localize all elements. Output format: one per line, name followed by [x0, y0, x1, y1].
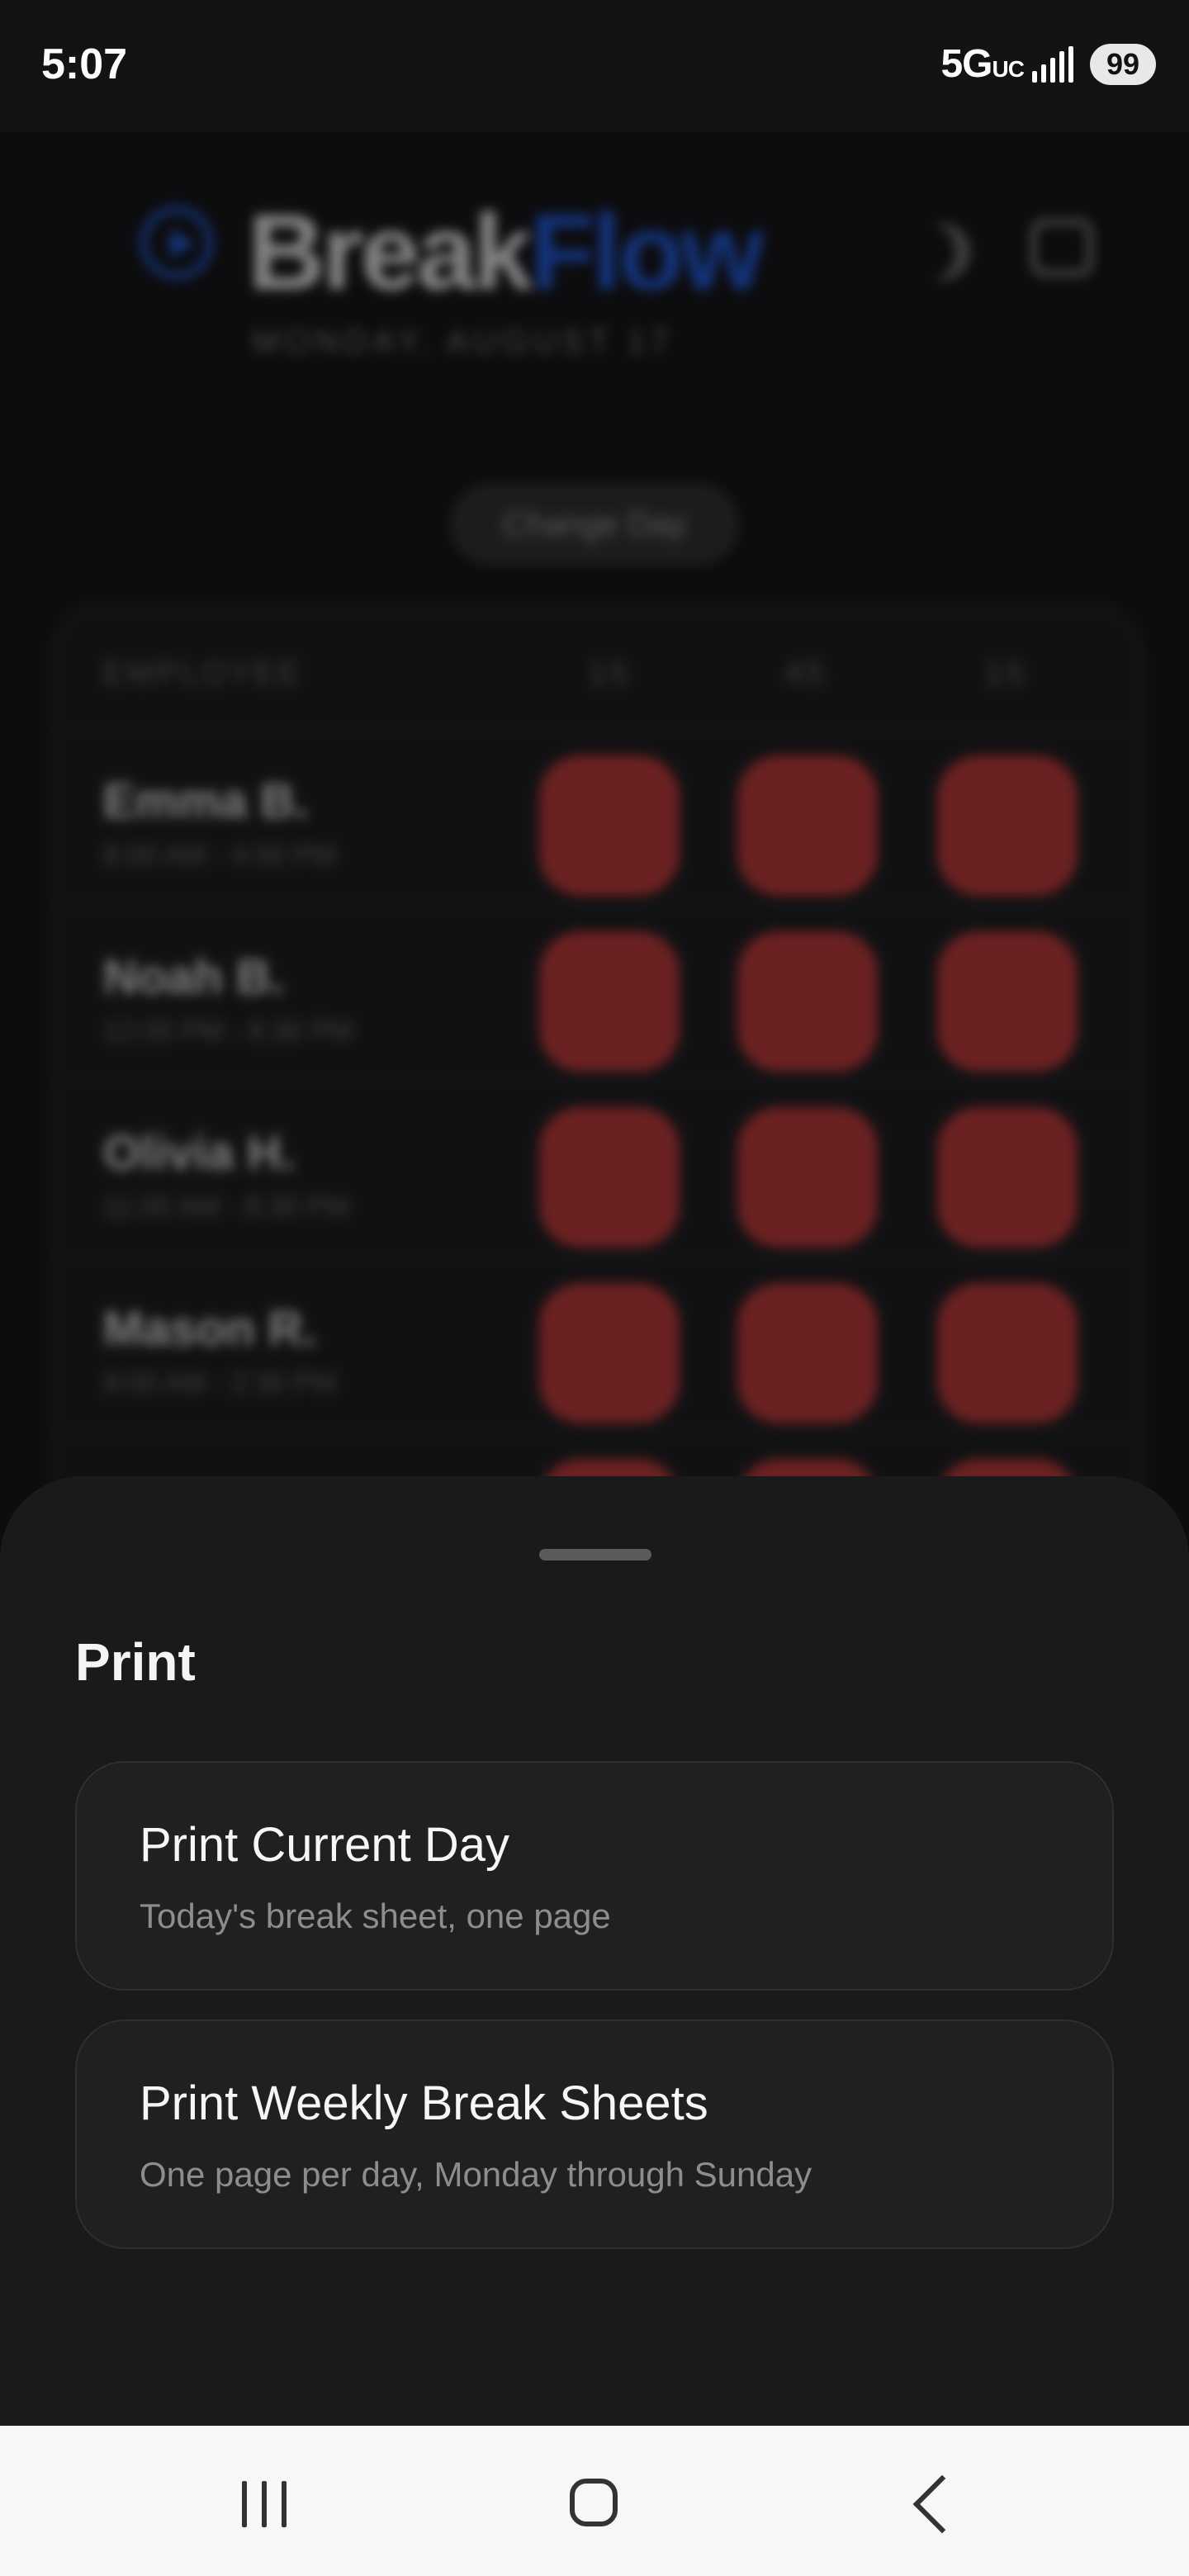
employee-name: Mason R.: [103, 1302, 316, 1356]
header-break-1: 15: [589, 656, 631, 691]
table-row: Noah B. 12:00 PM - 8:30 PM: [52, 905, 1142, 1082]
moon-icon: [912, 223, 970, 281]
print-weekly-sheets-button[interactable]: Print Weekly Break Sheets One page per d…: [75, 2020, 1114, 2249]
header-break-3: 15: [985, 656, 1027, 691]
recents-icon[interactable]: [223, 2467, 306, 2541]
break-cell: [937, 1283, 1078, 1423]
break-cell: [539, 1107, 680, 1248]
status-time: 5:07: [41, 40, 128, 88]
system-nav-bar: [0, 2426, 1189, 2576]
break-cell: [737, 1283, 878, 1423]
printer-icon: [1030, 219, 1093, 277]
option-title: Print Current Day: [140, 1818, 510, 1872]
table-row: Olivia H. 11:00 AM - 8:30 PM: [52, 1081, 1142, 1258]
header-employee: EMPLOYEE: [103, 656, 303, 691]
status-icons: 5GUC 99: [940, 41, 1156, 87]
employee-name: Noah B.: [103, 950, 285, 1004]
print-bottom-sheet: Print Print Current Day Today's break sh…: [0, 1476, 1189, 2426]
back-icon[interactable]: [892, 2467, 974, 2541]
table-row: Mason R. 9:00 AM - 2:30 PM: [52, 1257, 1142, 1434]
battery-indicator: 99: [1089, 43, 1156, 85]
break-cell: [937, 931, 1078, 1072]
break-cell: [737, 1107, 878, 1248]
break-cell: [737, 755, 878, 896]
current-date: MONDAY, AUGUST 17: [252, 324, 675, 360]
signal-icon: [1031, 45, 1073, 83]
employee-name: Emma B.: [103, 774, 309, 828]
employee-hours: 8:00 AM - 4:00 PM: [103, 840, 336, 871]
employee-hours: 11:00 AM - 8:30 PM: [103, 1191, 349, 1223]
option-subtitle: Today's break sheet, one page: [140, 1896, 611, 1935]
home-icon[interactable]: [555, 2467, 637, 2541]
break-cell: [937, 1107, 1078, 1248]
break-cell: [937, 755, 1078, 896]
break-cell: [737, 931, 878, 1072]
brand-title: BreakFlow: [248, 192, 764, 312]
break-cell: [539, 755, 680, 896]
employee-hours: 12:00 PM - 8:30 PM: [103, 1016, 353, 1047]
status-bar: 5:07 5GUC 99: [0, 0, 1189, 132]
option-title: Print Weekly Break Sheets: [140, 2076, 708, 2130]
change-day-button: Change Day: [450, 483, 739, 566]
employee-hours: 9:00 AM - 2:30 PM: [103, 1367, 336, 1399]
break-table: EMPLOYEE 15 45 15 Emma B. 8:00 AM - 4:00…: [50, 603, 1144, 1599]
break-cell: [539, 1283, 680, 1423]
network-indicator: 5GUC: [940, 42, 1024, 86]
option-subtitle: One page per day, Monday through Sunday: [140, 2155, 812, 2194]
sheet-drag-handle[interactable]: [539, 1549, 651, 1560]
break-cell: [539, 931, 680, 1072]
employee-name: Olivia H.: [103, 1126, 296, 1180]
print-current-day-button[interactable]: Print Current Day Today's break sheet, o…: [75, 1761, 1114, 1991]
sheet-title: Print: [75, 1632, 196, 1692]
brand-logo-icon: [140, 206, 213, 279]
background-app: BreakFlow MONDAY, AUGUST 17 Change Day E…: [0, 132, 1189, 1599]
table-row: Emma B. 8:00 AM - 4:00 PM: [52, 729, 1142, 907]
header-break-2: 45: [785, 656, 827, 691]
